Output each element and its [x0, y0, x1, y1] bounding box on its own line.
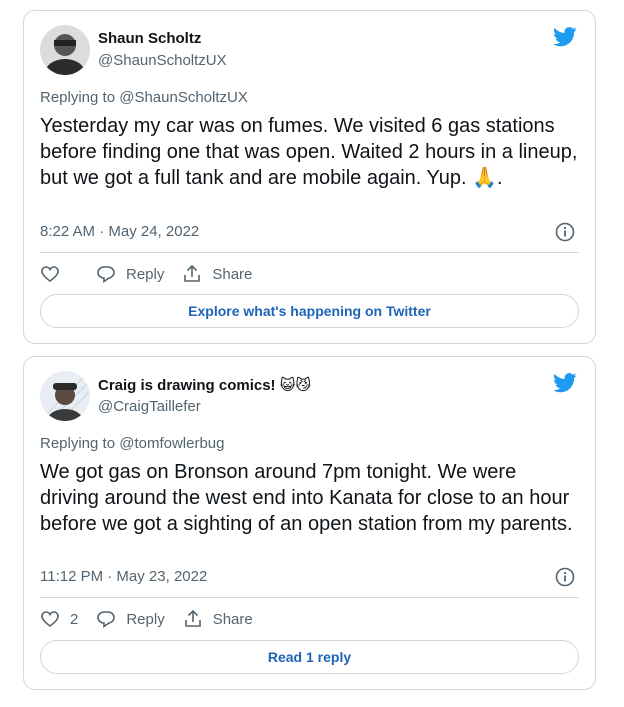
twitter-bird-icon[interactable] [553, 27, 577, 47]
avatar[interactable] [40, 371, 90, 421]
author-name[interactable]: Craig is drawing comics! 😺😼 [98, 376, 311, 394]
tweet-text: We got gas on Bronson around 7pm tonight… [40, 461, 573, 535]
like-button[interactable]: 2 [40, 609, 78, 629]
heart-icon [41, 266, 59, 283]
tweet-actions: Reply Share [40, 262, 270, 286]
replying-to[interactable]: Replying to @tomfowlerbug [40, 435, 224, 452]
reply-button[interactable]: Reply [96, 609, 165, 629]
share-label: Share [212, 265, 253, 283]
avatar[interactable] [40, 25, 90, 75]
author-name[interactable]: Shaun Scholtz [98, 30, 201, 47]
author-handle[interactable]: @CraigTaillefer [98, 398, 201, 415]
tweet-actions: 2 Reply Share [40, 607, 271, 631]
reply-bubble-icon [97, 266, 115, 284]
share-label: Share [212, 610, 253, 628]
reply-label: Reply [126, 610, 165, 628]
tweet-timestamp[interactable]: 8:22 AM · May 24, 2022 [40, 223, 199, 240]
like-button[interactable] [40, 264, 70, 284]
tweet-timestamp[interactable]: 11:12 PM · May 23, 2022 [40, 568, 207, 585]
share-button[interactable]: Share [182, 264, 252, 284]
explore-twitter-button[interactable]: Explore what's happening on Twitter [40, 294, 579, 328]
reply-label: Reply [126, 265, 165, 283]
twitter-bird-icon[interactable] [553, 373, 577, 393]
read-replies-button[interactable]: Read 1 reply [40, 640, 579, 674]
share-button[interactable]: Share [183, 609, 253, 629]
tweet-text: Yesterday my car was on fumes. We visite… [40, 115, 578, 189]
author-handle[interactable]: @ShaunScholtzUX [98, 52, 227, 69]
info-icon[interactable] [555, 222, 575, 242]
reply-bubble-icon [97, 611, 116, 629]
tweet-card-2[interactable]: Craig is drawing comics! 😺😼 @CraigTaille… [23, 356, 596, 690]
heart-icon [41, 611, 59, 628]
like-count: 2 [70, 610, 79, 628]
info-icon[interactable] [555, 567, 575, 587]
replying-to[interactable]: Replying to @ShaunScholtzUX [40, 89, 248, 106]
divider [40, 597, 579, 598]
share-icon [184, 609, 201, 627]
reply-button[interactable]: Reply [96, 264, 164, 284]
tweet-card-1[interactable]: Shaun Scholtz @ShaunScholtzUX Replying t… [23, 10, 596, 344]
divider [40, 252, 579, 253]
share-icon [184, 264, 201, 282]
